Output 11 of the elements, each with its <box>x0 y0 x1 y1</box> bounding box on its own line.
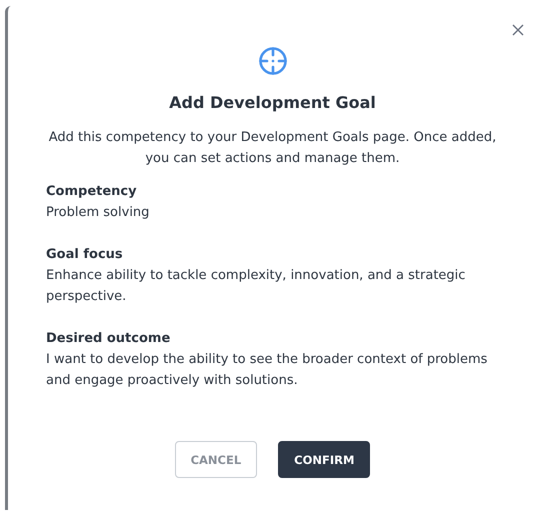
confirm-button[interactable]: CONFIRM <box>278 441 370 478</box>
close-icon[interactable] <box>511 23 525 37</box>
dialog-title: Add Development Goal <box>168 93 377 112</box>
field-value: Problem solving <box>46 204 150 222</box>
field-value: I want to develop the ability to see the broader context of problems and engage proactively with solutions. <box>46 351 488 390</box>
field-label: Goal focus <box>46 246 124 264</box>
field-label: Competency <box>46 183 138 201</box>
field-value: Enhance ability to tackle complexity, innovation, and a strategic perspective. <box>46 267 466 306</box>
field-label: Desired outcome <box>46 330 172 348</box>
dialog-description: Add this competency to your Development Goals page. Once added, you can set actions and manage them. <box>48 129 498 168</box>
crosshair-icon <box>258 46 288 76</box>
